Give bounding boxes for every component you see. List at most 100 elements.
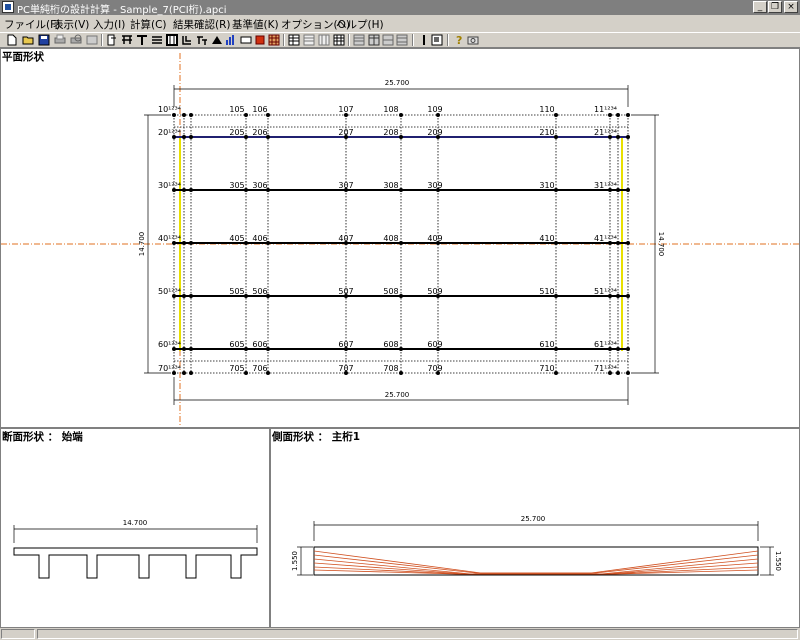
plan-dim-bottom: 25.700: [385, 391, 410, 399]
help-icon[interactable]: ?: [453, 34, 465, 46]
node-label: 60¹²³⁴: [158, 340, 181, 349]
view2-icon[interactable]: [368, 34, 380, 46]
side-view-dim-right: 1.550: [774, 551, 782, 571]
status-bar: [0, 628, 800, 640]
app-icon[interactable]: [2, 1, 14, 13]
branch-icon[interactable]: [181, 34, 193, 46]
calc-icon[interactable]: [333, 34, 345, 46]
list-icon[interactable]: [151, 34, 163, 46]
node-label: 705: [229, 364, 244, 373]
node-label: 109: [427, 105, 442, 114]
menu-view[interactable]: 表示(V): [53, 17, 89, 32]
menu-result[interactable]: 結果確認(R): [173, 17, 231, 32]
new-file-icon[interactable]: [6, 34, 18, 46]
node-label: 30¹²³⁴: [158, 181, 181, 190]
cross-section-pane[interactable]: 断面形状 ： 始端 14.700: [0, 428, 270, 628]
red-block-icon[interactable]: [254, 34, 266, 46]
rect-icon[interactable]: [240, 34, 252, 46]
node-label: 410: [539, 234, 554, 243]
side-view-dim-top: 25.700: [521, 515, 546, 523]
node-label: 51¹²³⁴: [594, 287, 617, 296]
node-icon[interactable]: [106, 34, 118, 46]
save-icon[interactable]: [38, 34, 50, 46]
node-label: 208: [383, 128, 398, 137]
table3-icon[interactable]: [318, 34, 330, 46]
node-label: 506: [252, 287, 267, 296]
toolbar-separator: [412, 34, 414, 46]
tee-section-icon[interactable]: [136, 34, 148, 46]
node-label: 110: [539, 105, 554, 114]
load-icon[interactable]: [211, 34, 223, 46]
export-icon[interactable]: [86, 34, 98, 46]
node-label: 41¹²³⁴: [594, 234, 617, 243]
title-bar: PC単純桁の設計計算 - Sample_7(PCI桁).apci _ ❐ ×: [0, 0, 800, 16]
node-label: 406: [252, 234, 267, 243]
cross-section-dim: 14.700: [123, 519, 148, 527]
menu-standard[interactable]: 基準値(K): [232, 17, 279, 32]
table-icon[interactable]: [288, 34, 300, 46]
info-icon[interactable]: [418, 34, 430, 46]
node-label: 505: [229, 287, 244, 296]
bar-chart-icon[interactable]: [225, 34, 237, 46]
side-view-pane[interactable]: 側面形状 ： 主桁1 25.700 1.550 1.550: [270, 428, 800, 628]
node-label: 40¹²³⁴: [158, 234, 181, 243]
member-icon[interactable]: [196, 34, 208, 46]
toolbar: ?: [0, 32, 800, 48]
print-icon[interactable]: [54, 34, 66, 46]
view4-icon[interactable]: [396, 34, 408, 46]
menu-calc[interactable]: 計算(C): [130, 17, 167, 32]
menu-help[interactable]: ヘルプ(H): [336, 17, 384, 32]
view1-icon[interactable]: [353, 34, 365, 46]
node-label: 708: [383, 364, 398, 373]
node-label: 210: [539, 128, 554, 137]
side-view-drawing: 25.700 1.550 1.550: [291, 515, 782, 576]
node-label: 709: [427, 364, 442, 373]
node-label: 409: [427, 234, 442, 243]
node-label: 306: [252, 181, 267, 190]
node-label: 305: [229, 181, 244, 190]
window-icon[interactable]: [431, 34, 443, 46]
print-preview-icon[interactable]: [70, 34, 82, 46]
open-folder-icon[interactable]: [22, 34, 34, 46]
node-label: 605: [229, 340, 244, 349]
node-label: 205: [229, 128, 244, 137]
node-label: 608: [383, 340, 398, 349]
node-label: 105: [229, 105, 244, 114]
camera-icon[interactable]: [467, 34, 479, 46]
svg-text:?: ?: [456, 34, 462, 46]
view3-icon[interactable]: [382, 34, 394, 46]
node-label: 71¹²³⁴: [594, 364, 617, 373]
node-label: 10¹²³⁴: [158, 105, 181, 114]
node-label: 50¹²³⁴: [158, 287, 181, 296]
node-label: 21¹²³⁴: [594, 128, 617, 137]
plan-view-pane[interactable]: 平面形状 25.700 25.700 14.700 14.700 10¹²³⁴ …: [0, 48, 800, 428]
node-label: 309: [427, 181, 442, 190]
menu-file[interactable]: ファイル(F): [4, 17, 60, 32]
node-label: 308: [383, 181, 398, 190]
node-label: 11¹²³⁴: [594, 105, 617, 114]
node-label: 610: [539, 340, 554, 349]
girder-icon[interactable]: [121, 34, 133, 46]
toolbar-separator: [283, 34, 285, 46]
restore-button[interactable]: ❐: [768, 1, 782, 13]
node-label: 310: [539, 181, 554, 190]
cross-section-drawing: 14.700: [13, 519, 258, 579]
menu-bar: ファイル(F) 表示(V) 入力(I) 計算(C) 結果確認(R) 基準値(K)…: [0, 15, 800, 32]
node-label: 710: [539, 364, 554, 373]
node-label: 510: [539, 287, 554, 296]
frame-icon[interactable]: [166, 34, 178, 46]
node-label: 206: [252, 128, 267, 137]
node-label: 209: [427, 128, 442, 137]
toolbar-separator: [101, 34, 103, 46]
node-label: 61¹²³⁴: [594, 340, 617, 349]
toolbar-separator: [348, 34, 350, 46]
minimize-button[interactable]: _: [753, 1, 767, 13]
window-title: PC単純桁の設計計算 - Sample_7(PCI桁).apci: [17, 5, 227, 16]
close-button[interactable]: ×: [784, 1, 798, 13]
side-view-dim-left: 1.550: [291, 551, 299, 571]
node-label: 70¹²³⁴: [158, 364, 181, 373]
grid-icon[interactable]: [268, 34, 280, 46]
toolbar-separator: [447, 34, 449, 46]
table2-icon[interactable]: [303, 34, 315, 46]
menu-input[interactable]: 入力(I): [93, 17, 125, 32]
